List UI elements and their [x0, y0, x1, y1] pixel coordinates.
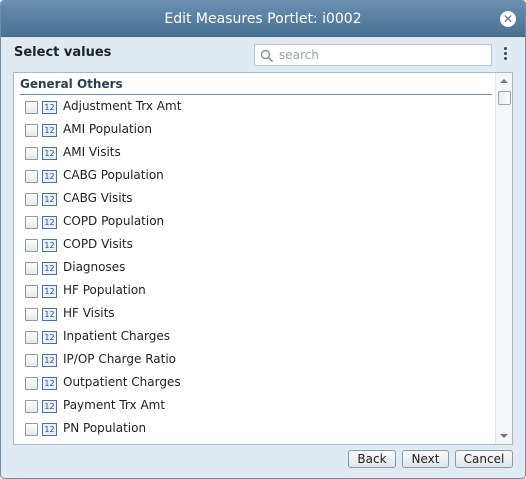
- item-checkbox[interactable]: [25, 262, 38, 275]
- item-checkbox[interactable]: [25, 170, 38, 183]
- item-checkbox[interactable]: [25, 285, 38, 298]
- numeric-measure-icon: 12: [42, 308, 57, 321]
- values-list: 12 Adjustment Trx Amt 12 AMI Population …: [14, 96, 496, 444]
- more-options-icon[interactable]: [501, 46, 509, 64]
- list-item-partial[interactable]: 12: [14, 441, 496, 444]
- item-label: Adjustment Trx Amt: [63, 99, 182, 113]
- item-label: HF Visits: [63, 306, 115, 320]
- values-list-panel: General Others 12 Adjustment Trx Amt 12 …: [13, 72, 513, 445]
- numeric-measure-icon: 12: [42, 239, 57, 252]
- numeric-measure-icon: 12: [42, 423, 57, 436]
- dialog-titlebar: Edit Measures Portlet: i0002 ✕: [1, 1, 525, 37]
- numeric-measure-icon: 12: [42, 193, 57, 206]
- list-item[interactable]: 12 HF Visits: [14, 303, 496, 326]
- numeric-measure-icon: 12: [42, 377, 57, 390]
- item-checkbox[interactable]: [25, 147, 38, 160]
- search-box: [254, 44, 492, 66]
- vertical-scrollbar[interactable]: [495, 73, 512, 444]
- item-label: PN Population: [63, 421, 147, 435]
- cancel-button[interactable]: Cancel: [455, 450, 513, 468]
- list-item[interactable]: 12 Inpatient Charges: [14, 326, 496, 349]
- item-checkbox[interactable]: [25, 400, 38, 413]
- item-checkbox[interactable]: [25, 101, 38, 114]
- item-label: COPD Population: [63, 214, 165, 228]
- numeric-measure-icon: 12: [42, 147, 57, 160]
- item-label: HF Population: [63, 283, 146, 297]
- list-item[interactable]: 12 Payment Trx Amt: [14, 395, 496, 418]
- item-checkbox[interactable]: [25, 308, 38, 321]
- search-icon: [260, 49, 274, 63]
- item-checkbox[interactable]: [25, 377, 38, 390]
- numeric-measure-icon: 12: [42, 101, 57, 114]
- back-button[interactable]: Back: [348, 450, 396, 468]
- list-item[interactable]: 12 AMI Population: [14, 119, 496, 142]
- item-label: CABG Visits: [63, 191, 133, 205]
- numeric-measure-icon: 12: [42, 285, 57, 298]
- item-label: Outpatient Charges: [63, 375, 181, 389]
- select-values-label: Select values: [14, 45, 112, 60]
- scroll-down-icon[interactable]: [500, 434, 508, 438]
- item-checkbox[interactable]: [25, 331, 38, 344]
- numeric-measure-icon: 12: [42, 262, 57, 275]
- numeric-measure-icon: 12: [42, 354, 57, 367]
- list-item[interactable]: 12 Adjustment Trx Amt: [14, 96, 496, 119]
- list-item[interactable]: 12 AMI Visits: [14, 142, 496, 165]
- item-checkbox[interactable]: [25, 193, 38, 206]
- item-checkbox[interactable]: [25, 239, 38, 252]
- numeric-measure-icon: 12: [42, 124, 57, 137]
- item-label: Payment Trx Amt: [63, 398, 166, 412]
- list-item[interactable]: 12 PN Population: [14, 418, 496, 441]
- search-input[interactable]: [277, 46, 487, 64]
- item-checkbox[interactable]: [25, 124, 38, 137]
- item-label: Inpatient Charges: [63, 329, 170, 343]
- item-checkbox[interactable]: [25, 423, 38, 436]
- close-icon[interactable]: ✕: [500, 11, 516, 27]
- list-item[interactable]: 12 COPD Population: [14, 211, 496, 234]
- list-item[interactable]: 12 HF Population: [14, 280, 496, 303]
- scroll-up-icon[interactable]: [500, 79, 508, 83]
- item-label: AMI Visits: [63, 145, 121, 159]
- list-item[interactable]: 12 COPD Visits: [14, 234, 496, 257]
- list-item[interactable]: 12 CABG Visits: [14, 188, 496, 211]
- dialog-title: Edit Measures Portlet: i0002: [164, 11, 362, 27]
- item-label: Diagnoses: [63, 260, 126, 274]
- edit-measures-dialog: Edit Measures Portlet: i0002 ✕ Select va…: [0, 0, 526, 479]
- list-item[interactable]: 12 IP/OP Charge Ratio: [14, 349, 496, 372]
- list-item[interactable]: 12 CABG Population: [14, 165, 496, 188]
- scrollbar-thumb[interactable]: [498, 91, 511, 105]
- item-label: IP/OP Charge Ratio: [63, 352, 176, 366]
- numeric-measure-icon: 12: [42, 400, 57, 413]
- item-label: CABG Population: [63, 168, 164, 182]
- list-item[interactable]: 12 Outpatient Charges: [14, 372, 496, 395]
- item-label: AMI Population: [63, 122, 152, 136]
- list-item[interactable]: 12 Diagnoses: [14, 257, 496, 280]
- next-button[interactable]: Next: [402, 450, 449, 468]
- numeric-measure-icon: 12: [42, 216, 57, 229]
- numeric-measure-icon: 12: [42, 170, 57, 183]
- item-label: COPD Visits: [63, 237, 133, 251]
- item-checkbox[interactable]: [25, 216, 38, 229]
- item-checkbox[interactable]: [25, 354, 38, 367]
- group-header: General Others: [20, 77, 492, 95]
- numeric-measure-icon: 12: [42, 331, 57, 344]
